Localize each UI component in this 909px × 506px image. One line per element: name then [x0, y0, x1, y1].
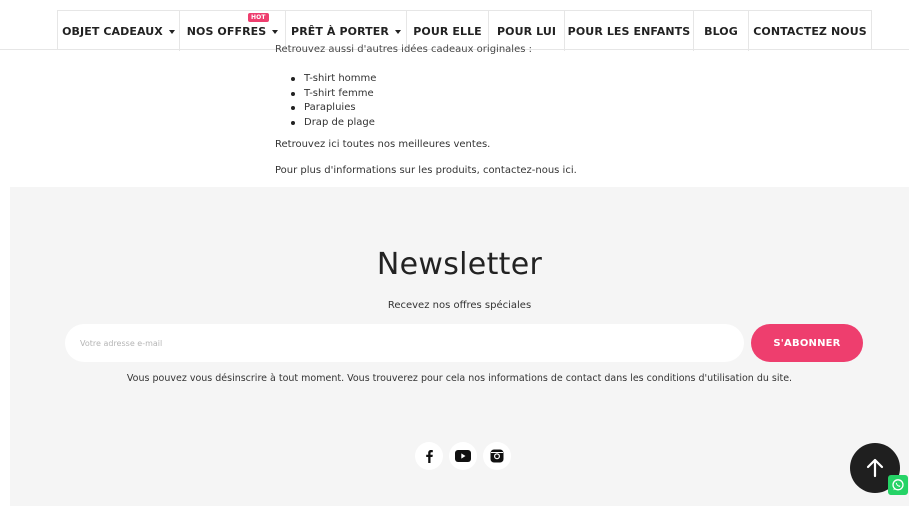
- social-links: [415, 442, 511, 470]
- nav-item-label: PRÊT À PORTER: [291, 24, 389, 38]
- nav-item-label: CONTACTEZ NOUS: [753, 24, 867, 38]
- arrow-up-icon: [866, 458, 884, 478]
- hot-badge: HOT: [248, 13, 269, 22]
- newsletter-subtitle: Recevez nos offres spéciales: [387, 300, 532, 311]
- nav-item-label: OBJET CADEAUX: [62, 24, 163, 38]
- contact-info-text: Pour plus d'informations sur les produit…: [275, 165, 577, 176]
- nav-item-blog[interactable]: BLOG: [694, 11, 749, 51]
- product-list: T-shirt homme T-shirt femme Parapluies D…: [291, 72, 376, 130]
- list-item: T-shirt femme: [291, 87, 376, 102]
- nav-item-nos-offres[interactable]: HOT NOS OFFRES: [180, 11, 286, 51]
- newsletter-section: Newsletter Recevez nos offres spéciales …: [10, 187, 909, 506]
- nav-item-label: POUR LUI: [496, 24, 557, 38]
- nav-item-contactez-nous[interactable]: CONTACTEZ NOUS: [749, 11, 871, 51]
- list-item: Drap de plage: [291, 116, 376, 131]
- newsletter-title: Newsletter: [376, 247, 543, 282]
- nav-item-label: POUR LES ENFANTS: [567, 24, 691, 38]
- whatsapp-icon: [892, 479, 904, 491]
- chevron-down-icon: [272, 29, 279, 34]
- nav-item-label: BLOG: [704, 24, 738, 38]
- instagram-icon[interactable]: [483, 442, 511, 470]
- nav-item-label: NOS OFFRES: [186, 24, 267, 38]
- best-sellers-text: Retrouvez ici toutes nos meilleures vent…: [275, 139, 491, 150]
- top-navigation: OBJET CADEAUX HOT NOS OFFRES PRÊT À PORT…: [0, 0, 909, 51]
- nav-item-label: POUR ELLE: [413, 24, 482, 38]
- chevron-down-icon: [168, 29, 175, 34]
- unsubscribe-note: Vous pouvez vous désinscrire à tout mome…: [126, 373, 793, 384]
- nav-item-objet-cadeaux[interactable]: OBJET CADEAUX: [58, 11, 180, 51]
- whatsapp-button[interactable]: [888, 475, 908, 495]
- youtube-icon[interactable]: [449, 442, 477, 470]
- list-item: T-shirt homme: [291, 72, 376, 87]
- list-item: Parapluies: [291, 101, 376, 116]
- chevron-down-icon: [394, 29, 401, 34]
- subscribe-button[interactable]: S'ABONNER: [751, 324, 863, 362]
- partial-text-line: Retrouvez aussi d'autres idées cadeaux o…: [275, 44, 532, 55]
- nav-item-pour-les-enfants[interactable]: POUR LES ENFANTS: [565, 11, 694, 51]
- email-field[interactable]: [65, 324, 744, 362]
- facebook-icon[interactable]: [415, 442, 443, 470]
